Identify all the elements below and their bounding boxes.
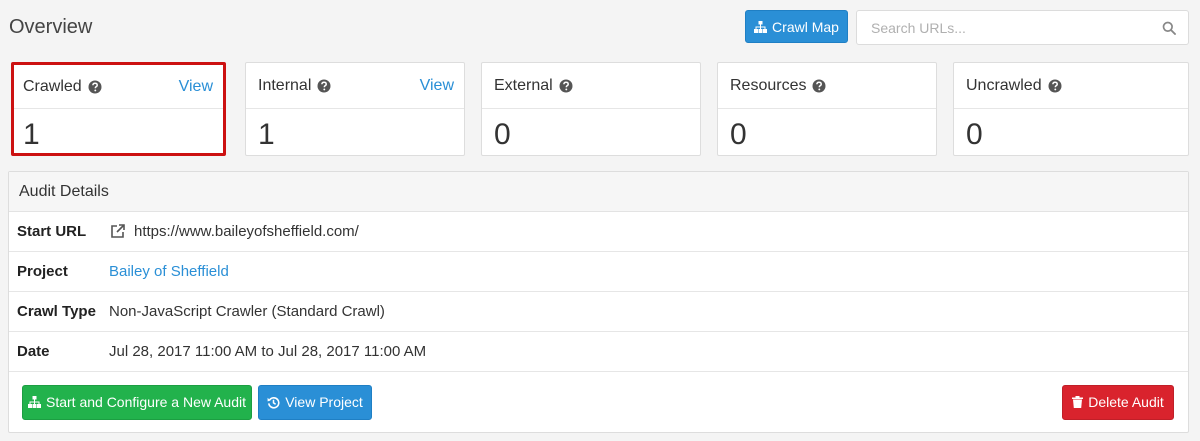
question-circle-icon[interactable]	[317, 79, 331, 93]
stat-label: Internal	[258, 76, 312, 94]
view-project-button[interactable]: View Project	[258, 384, 372, 420]
detail-label: Crawl Type	[17, 303, 96, 320]
trash-icon	[1072, 396, 1084, 408]
history-icon	[267, 396, 280, 409]
project-link[interactable]: Bailey of Sheffield	[109, 263, 229, 280]
stat-header: Uncrawled	[954, 63, 1188, 109]
stat-label: Uncrawled	[966, 76, 1042, 94]
view-project-label: View Project	[285, 394, 363, 410]
stat-header: Resources	[718, 63, 936, 109]
crawl-type-value: Non-JavaScript Crawler (Standard Crawl)	[109, 303, 385, 320]
stat-label: Crawled	[23, 77, 82, 95]
stat-value: 0	[494, 118, 511, 151]
sitemap-icon	[754, 20, 768, 33]
question-circle-icon[interactable]	[559, 79, 573, 93]
detail-row-project: Project Bailey of Sheffield	[9, 252, 1188, 292]
question-circle-icon[interactable]	[1048, 79, 1062, 93]
stat-header: Internal View	[246, 63, 464, 109]
stat-card-resources: Resources 0	[717, 62, 937, 156]
detail-row-crawl-type: Crawl Type Non-JavaScript Crawler (Stand…	[9, 292, 1188, 332]
search-icon[interactable]	[1162, 21, 1176, 35]
stat-label: Resources	[730, 76, 807, 94]
stat-value: 1	[23, 118, 40, 151]
page-title: Overview	[9, 16, 93, 38]
search-box	[856, 10, 1189, 45]
start-new-audit-label: Start and Configure a New Audit	[45, 394, 246, 410]
stat-card-uncrawled: Uncrawled 0	[953, 62, 1189, 156]
crawl-map-label: Crawl Map	[772, 18, 839, 35]
stat-value: 0	[730, 118, 747, 151]
stat-card-crawled: Crawled View 1	[11, 62, 226, 156]
date-value: Jul 28, 2017 11:00 AM to Jul 28, 2017 11…	[109, 343, 427, 360]
start-url-value: https://www.baileyofsheffield.com/	[134, 223, 359, 240]
detail-label: Date	[17, 343, 50, 360]
stat-card-external: External 0	[481, 62, 701, 156]
stat-label: External	[494, 76, 553, 94]
stat-card-internal: Internal View 1	[245, 62, 465, 156]
detail-label: Start URL	[17, 223, 87, 240]
view-internal-link[interactable]: View	[420, 77, 454, 95]
search-input[interactable]	[857, 11, 1147, 44]
stat-value: 1	[258, 118, 275, 151]
detail-row-start-url: Start URL https://www.baileyofsheffield.…	[9, 212, 1188, 252]
view-crawled-link[interactable]: View	[179, 78, 213, 96]
detail-value: https://www.baileyofsheffield.com/	[109, 223, 359, 240]
panel-heading: Audit Details	[9, 172, 1188, 212]
start-new-audit-button[interactable]: Start and Configure a New Audit	[22, 384, 252, 420]
stat-header: Crawled View	[14, 65, 223, 109]
panel-footer: Start and Configure a New Audit View Pro…	[9, 372, 1188, 432]
stat-header: External	[482, 63, 700, 109]
delete-audit-button[interactable]: Delete Audit	[1062, 384, 1174, 420]
sitemap-icon	[27, 396, 41, 408]
stat-value: 0	[966, 118, 983, 151]
detail-row-date: Date Jul 28, 2017 11:00 AM to Jul 28, 20…	[9, 332, 1188, 372]
audit-details-panel: Audit Details Start URL https://www.bail…	[8, 171, 1189, 433]
question-circle-icon[interactable]	[812, 79, 826, 93]
crawl-map-button[interactable]: Crawl Map	[745, 10, 848, 43]
delete-audit-label: Delete Audit	[1088, 394, 1164, 410]
question-circle-icon[interactable]	[88, 80, 102, 94]
external-link-icon[interactable]	[109, 223, 126, 240]
detail-label: Project	[17, 263, 68, 280]
